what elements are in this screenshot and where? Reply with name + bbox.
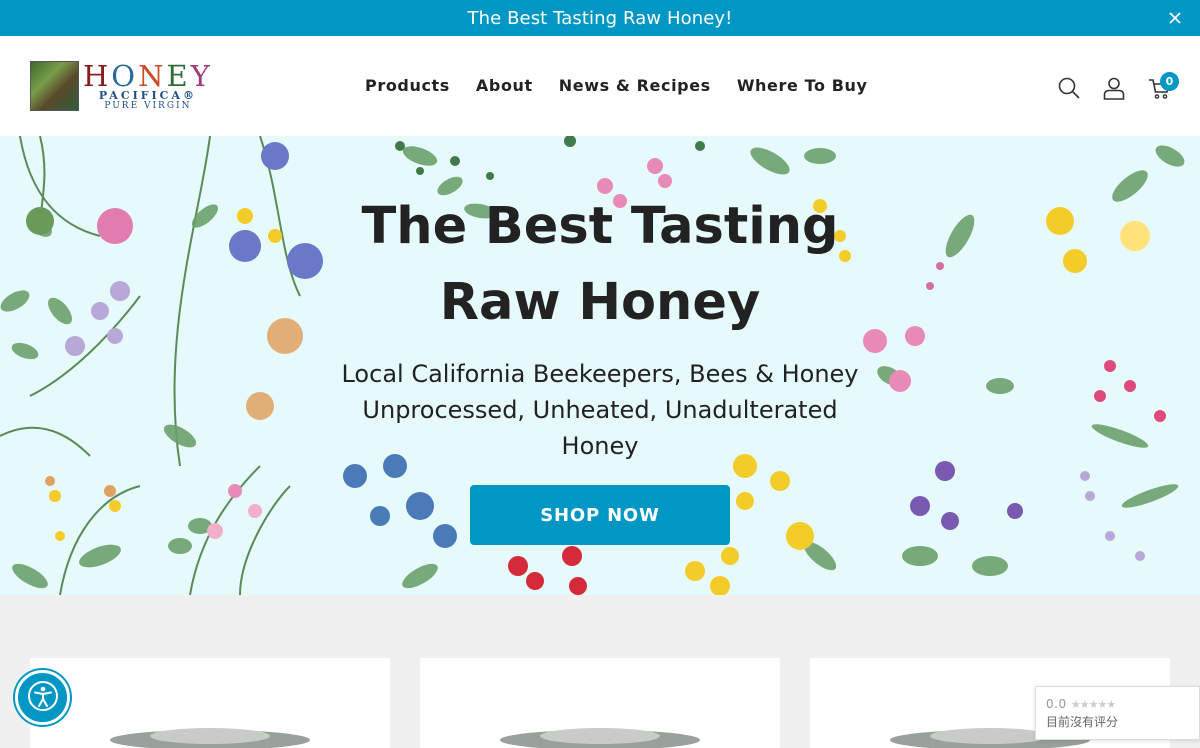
shop-now-button[interactable]: SHOP NOW xyxy=(470,485,730,545)
cart-count-badge[interactable]: 0 xyxy=(1160,72,1179,91)
logo-text: HONEY PACIFICA® PURE VIRGIN xyxy=(83,58,213,111)
logo[interactable]: HONEY PACIFICA® PURE VIRGIN xyxy=(30,60,214,112)
product-card[interactable] xyxy=(420,658,780,748)
rating-label: 目前沒有评分 xyxy=(1046,715,1119,729)
search-icon[interactable] xyxy=(1057,76,1081,100)
product-section xyxy=(0,595,1200,748)
nav-where-to-buy[interactable]: Where To Buy xyxy=(737,76,868,95)
main-nav: Products About News & Recipes Where To B… xyxy=(365,76,894,95)
product-card[interactable] xyxy=(30,658,390,748)
nav-news-recipes[interactable]: News & Recipes xyxy=(559,76,711,95)
user-icon[interactable] xyxy=(1102,76,1126,100)
logo-image xyxy=(30,61,79,111)
accessibility-icon xyxy=(27,680,59,716)
announcement-text: The Best Tasting Raw Honey! xyxy=(467,7,733,29)
close-icon[interactable] xyxy=(1166,9,1184,27)
nav-about[interactable]: About xyxy=(476,76,533,95)
product-image xyxy=(110,728,310,748)
site-header: HONEY PACIFICA® PURE VIRGIN Products Abo… xyxy=(0,36,1200,136)
logo-subtitle: PACIFICA® xyxy=(98,88,197,102)
hero-subtitle: Local California Beekeepers, Bees & Hone… xyxy=(341,360,859,460)
nav-products[interactable]: Products xyxy=(365,76,450,95)
rating-stars: ★★★★★ xyxy=(1070,698,1116,711)
rating-score: 0.0 ★★★★★ xyxy=(1046,697,1116,711)
announcement-bar: The Best Tasting Raw Honey! xyxy=(0,0,1200,36)
accessibility-button[interactable] xyxy=(15,670,70,725)
logo-tagline: PURE VIRGIN xyxy=(104,100,192,111)
product-image xyxy=(500,728,700,748)
hero-banner: The Best Tasting Raw Honey Local Califor… xyxy=(0,136,1200,595)
logo-word: HONEY xyxy=(83,58,213,93)
hero-title: The Best Tasting Raw Honey xyxy=(361,197,839,332)
review-badge[interactable]: 0.0 ★★★★★ 目前沒有评分 xyxy=(1035,686,1200,740)
